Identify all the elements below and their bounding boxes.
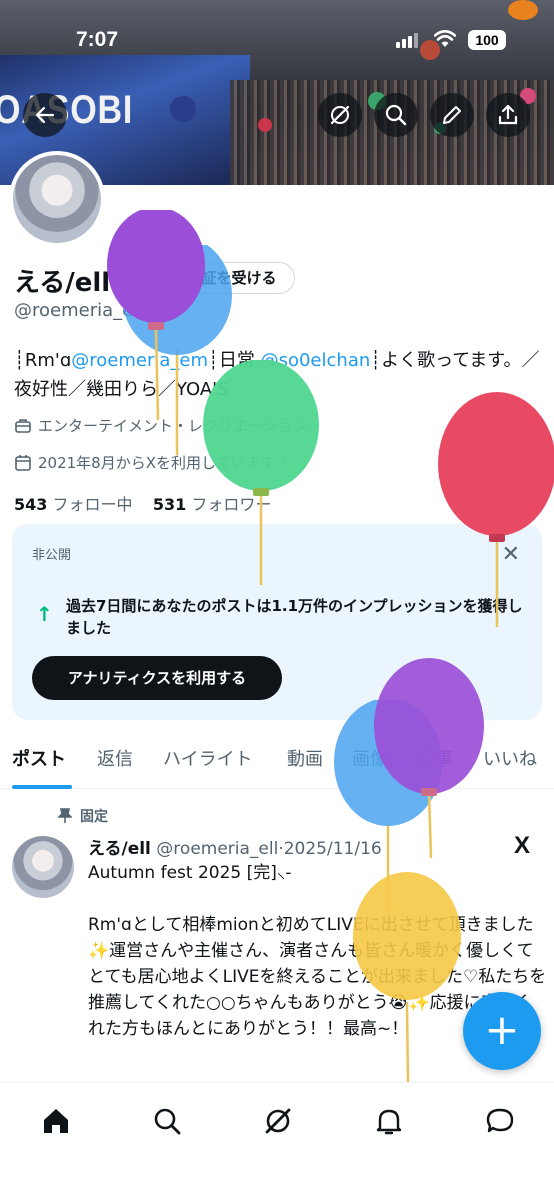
grok-button[interactable] bbox=[318, 93, 362, 137]
tab-posts[interactable]: ポスト bbox=[12, 745, 66, 771]
post-date: 2025/11/16 bbox=[283, 839, 382, 859]
profile-tabs: ポスト 返信 ハイライト 動画 画像 記事 いいね bbox=[0, 735, 554, 789]
status-bar: 7:07 100 bbox=[0, 28, 554, 58]
bio-link-rm[interactable]: @roemeria_em bbox=[71, 350, 208, 371]
post-author-name[interactable]: える/ell bbox=[88, 839, 151, 859]
verify-button[interactable]: 認証を受ける bbox=[168, 262, 295, 294]
analytics-card: 非公開 ✕ ↑ 過去7日間にあなたのポストは1.1万件のインプレッションを獲得し… bbox=[12, 524, 542, 720]
post-header: える/ell @roemeria_ell·2025/11/16 bbox=[88, 839, 382, 859]
grok-icon bbox=[330, 105, 350, 125]
tab-articles[interactable]: 記事 bbox=[417, 745, 453, 771]
share-icon bbox=[498, 104, 518, 125]
bio-text: ┊日常 bbox=[208, 350, 255, 371]
x-logo-icon: X bbox=[514, 832, 531, 859]
messages-icon bbox=[486, 1108, 514, 1133]
pencil-icon bbox=[443, 106, 461, 124]
pinned-text: 固定 bbox=[80, 809, 108, 825]
following-count: 543 bbox=[14, 495, 48, 514]
home-icon bbox=[44, 1109, 68, 1133]
post-author-handle[interactable]: @roemeria_ell bbox=[156, 839, 278, 859]
joined-text: 2021年8月からXを利用しています bbox=[38, 454, 276, 472]
edit-button[interactable] bbox=[430, 93, 474, 137]
wifi-icon bbox=[434, 30, 456, 47]
arrow-left-icon bbox=[35, 106, 55, 124]
nav-messages[interactable] bbox=[480, 1101, 520, 1141]
nav-search[interactable] bbox=[147, 1101, 187, 1141]
pinned-label: 固定 bbox=[58, 806, 108, 826]
tab-highlights[interactable]: ハイライト bbox=[163, 745, 253, 771]
plus-icon: + bbox=[484, 1005, 520, 1054]
followers-count: 531 bbox=[152, 495, 187, 514]
calendar-icon bbox=[15, 454, 31, 471]
profile-handle: @roemeria_ell bbox=[14, 300, 144, 321]
briefcase-icon bbox=[15, 418, 31, 433]
followers-label: フォロワー bbox=[191, 495, 272, 514]
follow-stats: 543 フォロー中 531 フォロワー bbox=[14, 491, 271, 515]
search-icon bbox=[385, 104, 407, 126]
category-text: エンターテイメント・レクリエーション bbox=[38, 417, 308, 435]
profile-joined[interactable]: 2021年8月からXを利用しています › bbox=[14, 452, 288, 473]
profile-avatar[interactable] bbox=[9, 151, 105, 247]
chevron-right-icon: › bbox=[281, 453, 288, 472]
bio-link-so0elchan[interactable]: @so0elchan bbox=[261, 350, 371, 371]
compose-button[interactable]: + bbox=[463, 992, 541, 1070]
battery-icon: 100 bbox=[468, 30, 506, 50]
tab-media[interactable]: 画像 bbox=[352, 745, 388, 771]
arrow-up-icon: ↑ bbox=[36, 602, 53, 626]
search-icon bbox=[154, 1108, 181, 1135]
profile-bio: ┊Rm'ɑ@roemeria_em┊日常 @so0elchan┊よく歌ってます。… bbox=[14, 346, 542, 404]
share-button[interactable] bbox=[486, 93, 530, 137]
bio-text: ┊Rm'ɑ bbox=[14, 350, 72, 371]
tab-likes[interactable]: いいね bbox=[483, 745, 537, 771]
nav-notifications[interactable] bbox=[369, 1101, 409, 1141]
signal-icon bbox=[396, 33, 418, 48]
nav-home[interactable] bbox=[36, 1101, 76, 1141]
pin-icon bbox=[58, 808, 72, 823]
tab-videos[interactable]: 動画 bbox=[287, 745, 323, 771]
tab-indicator bbox=[12, 785, 72, 789]
grok-icon bbox=[265, 1108, 291, 1134]
profile-category: エンターテイメント・レクリエーション bbox=[14, 415, 308, 436]
nav-grok[interactable] bbox=[258, 1101, 298, 1141]
search-button[interactable] bbox=[374, 93, 418, 137]
post-avatar[interactable] bbox=[12, 836, 74, 898]
tab-replies[interactable]: 返信 bbox=[97, 745, 133, 771]
analytics-button[interactable]: アナリティクスを利用する bbox=[32, 656, 282, 700]
profile-name: える/ell bbox=[14, 268, 111, 298]
followers-link[interactable]: 531 フォロワー bbox=[153, 495, 272, 514]
status-time: 7:07 bbox=[76, 28, 119, 51]
close-icon[interactable]: ✕ bbox=[502, 542, 520, 567]
following-label: フォロー中 bbox=[52, 495, 133, 514]
bottom-navigation bbox=[0, 1082, 554, 1200]
following-link[interactable]: 543 フォロー中 bbox=[14, 495, 133, 514]
impressions-message: 過去7日間にあなたのポストは1.1万件のインプレッションを獲得しました bbox=[66, 597, 523, 637]
private-tag: 非公開 bbox=[32, 548, 72, 563]
back-button[interactable] bbox=[23, 93, 67, 137]
notifications-icon bbox=[376, 1109, 402, 1135]
